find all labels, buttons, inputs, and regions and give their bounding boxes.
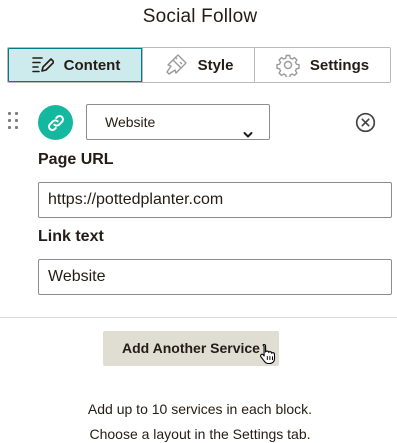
tab-settings[interactable]: Settings: [255, 48, 390, 82]
tab-style[interactable]: Style: [143, 48, 255, 82]
link-text-label: Link text: [38, 228, 104, 245]
page-url-input[interactable]: [38, 182, 392, 218]
tab-content-label: Content: [63, 56, 121, 74]
add-another-service-button[interactable]: Add Another Service: [103, 331, 279, 366]
tab-bar: Content Style Settings: [7, 47, 391, 83]
remove-service-icon[interactable]: [355, 112, 376, 133]
help-text-limit: Add up to 10 services in each block.: [87, 401, 313, 417]
link-icon: [38, 105, 73, 140]
divider: [0, 317, 397, 318]
help-text-layout: Choose a layout in the Settings tab.: [89, 426, 311, 442]
service-select[interactable]: Website: [86, 104, 270, 140]
gear-icon: [276, 53, 300, 77]
pencil-icon: [30, 54, 54, 76]
tab-settings-label: Settings: [309, 56, 370, 74]
drag-handle-icon[interactable]: [6, 110, 22, 132]
tab-content[interactable]: Content: [8, 48, 143, 82]
panel-title: Social Follow: [142, 6, 258, 27]
hand-cursor-icon: [259, 343, 277, 370]
link-text-input[interactable]: [38, 259, 392, 295]
page-url-label: Page URL: [38, 151, 114, 168]
chevron-down-icon: [243, 117, 253, 151]
tab-style-label: Style: [197, 56, 234, 74]
brush-icon: [164, 53, 188, 77]
service-select-value: Website: [105, 114, 156, 130]
